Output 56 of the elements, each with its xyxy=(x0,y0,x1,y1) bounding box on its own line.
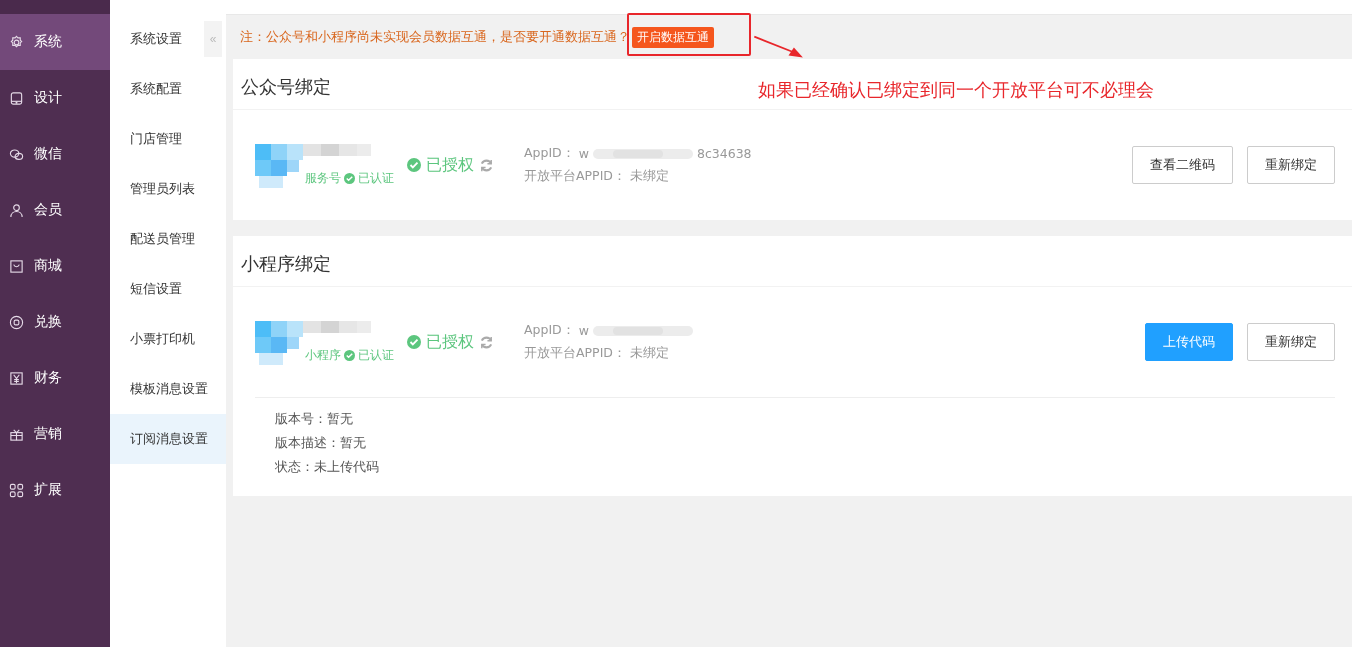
nav-item[interactable]: 扩展 xyxy=(0,462,110,518)
open-platform-value: 未绑定 xyxy=(629,168,669,185)
yen-icon xyxy=(9,370,24,386)
nav-item[interactable]: 微信 xyxy=(0,126,110,182)
account-type: 小程序 xyxy=(305,347,341,364)
action-button[interactable]: 重新绑定 xyxy=(1247,323,1335,361)
sidebar-item[interactable]: 门店管理 xyxy=(110,114,226,164)
check-icon xyxy=(407,158,421,172)
refresh-icon[interactable] xyxy=(479,157,494,173)
sidebar-item[interactable]: 短信设置 xyxy=(110,264,226,314)
refresh-icon[interactable] xyxy=(479,334,494,350)
nav-item[interactable]: 设计 xyxy=(0,70,110,126)
appid-value: w xyxy=(578,146,589,161)
user-icon xyxy=(9,202,24,218)
verified-label: 已认证 xyxy=(358,170,394,187)
sidebar-item[interactable]: 小票打印机 xyxy=(110,314,226,364)
nav-item[interactable]: 财务 xyxy=(0,350,110,406)
nav-item[interactable]: 商城 xyxy=(0,238,110,294)
sidebar-heading: 系统设置 xyxy=(130,30,182,48)
detail-text: 状态：未上传代码 xyxy=(275,458,380,476)
coin-icon xyxy=(9,314,24,330)
appid-label: AppID： xyxy=(524,322,575,339)
action-button[interactable]: 查看二维码 xyxy=(1132,146,1233,184)
annotation-text: 如果已经确认已绑定到同一个开放平台可不必理会 xyxy=(758,78,1154,102)
detail-text: 版本描述：暂无 xyxy=(275,434,367,452)
detail-text: 版本号：暂无 xyxy=(275,410,354,428)
account-type: 服务号 xyxy=(305,170,341,187)
nav-item[interactable]: 系统 xyxy=(0,14,110,70)
appid-value: w xyxy=(578,323,589,338)
nav-item[interactable]: 会员 xyxy=(0,182,110,238)
gear-icon xyxy=(9,34,24,50)
nav-item[interactable]: 营销 xyxy=(0,406,110,462)
chat-icon xyxy=(9,146,24,162)
grid-icon xyxy=(9,482,24,498)
check-icon xyxy=(344,173,355,184)
verified-label: 已认证 xyxy=(358,347,394,364)
authorized-status: 已授权 xyxy=(426,331,474,353)
authorized-status: 已授权 xyxy=(426,154,474,176)
sidebar-item[interactable]: 系统配置 xyxy=(110,64,226,114)
bag-icon xyxy=(9,258,24,274)
open-platform-label: 开放平台APPID： xyxy=(524,345,626,362)
sidebar-item[interactable]: 订阅消息设置 xyxy=(110,414,226,464)
notice-text: 注：公众号和小程序尚未实现会员数据互通，是否要开通数据互通？ xyxy=(240,28,630,46)
appid-value: 8c34638 xyxy=(696,146,752,161)
nav-item[interactable]: 兑换 xyxy=(0,294,110,350)
tablet-icon xyxy=(9,90,24,106)
appid-label: AppID： xyxy=(524,145,575,162)
action-button[interactable]: 重新绑定 xyxy=(1247,146,1335,184)
check-icon xyxy=(344,350,355,361)
sidebar-item[interactable]: 模板消息设置 xyxy=(110,364,226,414)
card-title: 小程序绑定 xyxy=(233,236,1352,287)
open-platform-label: 开放平台APPID： xyxy=(524,168,626,185)
open-platform-value: 未绑定 xyxy=(629,345,669,362)
sidebar-item[interactable]: 管理员列表 xyxy=(110,164,226,214)
sidebar-item[interactable]: 配送员管理 xyxy=(110,214,226,264)
check-icon xyxy=(407,335,421,349)
